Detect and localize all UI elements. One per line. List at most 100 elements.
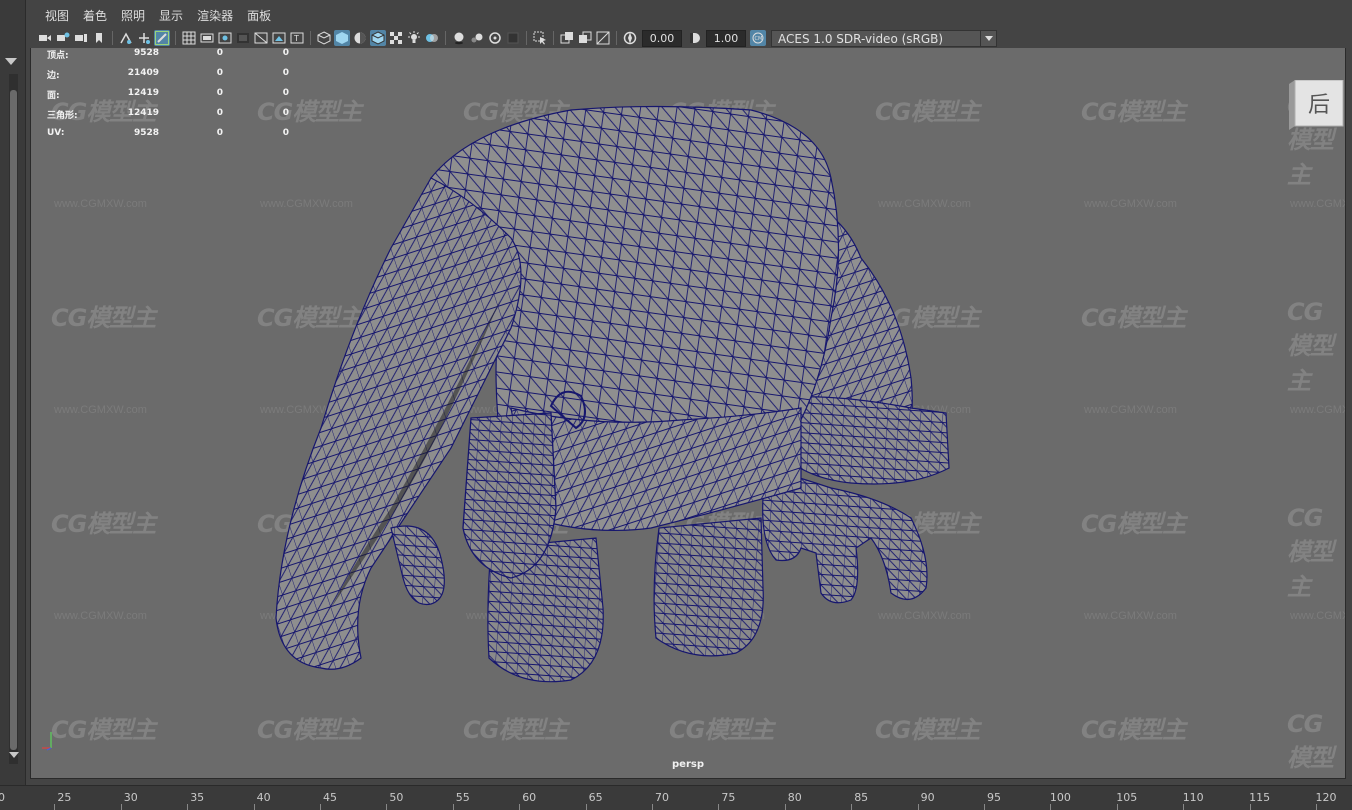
isolate-select-icon[interactable] (532, 30, 548, 46)
color-management-icon[interactable]: CM (750, 30, 766, 46)
xray-icon[interactable] (559, 30, 575, 46)
timeline-tick (851, 804, 853, 810)
timeline-tick-label: 90 (920, 791, 935, 804)
textured-icon[interactable] (388, 30, 404, 46)
image-plane-icon[interactable] (91, 30, 107, 46)
timeline-tick-label: 85 (854, 791, 869, 804)
2d-pan-icon[interactable] (118, 30, 134, 46)
view-cube[interactable]: 后 (1287, 79, 1345, 130)
timeline-tick (120, 804, 122, 810)
exposure-field[interactable]: 0.00 (642, 29, 682, 47)
timeline-tick-label: 25 (57, 791, 72, 804)
wireframe-on-shaded-icon[interactable] (370, 30, 386, 46)
collapse-arrow-icon[interactable] (5, 58, 17, 65)
timeline-tick (784, 804, 786, 810)
right-leg (653, 517, 764, 657)
panel-menu-bar: 视图 着色 照明 显示 渲染器 面板 (30, 4, 1346, 28)
timeline-tick (1050, 804, 1052, 810)
hud-row-vertices: 顶点: 9528 0 0 (47, 48, 289, 61)
xray-joints-icon[interactable] (577, 30, 593, 46)
colorspace-dropdown[interactable]: ACES 1.0 SDR-video (sRGB) (771, 29, 997, 47)
left-scrollbar-thumb[interactable] (10, 90, 17, 750)
character-mesh[interactable] (31, 48, 1345, 778)
hud-row-triangles: 三角形: 12419 0 0 (47, 108, 289, 121)
panel-toolbar: T 0.00 1.00 CM ACES 1.0 SDR-video (sRGB) (30, 28, 1346, 48)
timeline-tick-label: 35 (190, 791, 205, 804)
pouch (462, 412, 557, 579)
grid-icon[interactable] (181, 30, 197, 46)
resolution-gate-icon[interactable] (217, 30, 233, 46)
svg-text:T: T (293, 34, 299, 43)
scroll-down-arrow-icon[interactable] (9, 752, 19, 758)
poly-count-hud: 顶点: 9528 0 0 边: 21409 0 0 面: 12419 0 0 三… (47, 48, 307, 148)
timeline-tick (1316, 804, 1317, 810)
lights-icon[interactable] (406, 30, 422, 46)
screen-space-ao-icon[interactable] (451, 30, 467, 46)
timeline-tick-label: 45 (323, 791, 337, 804)
timeline-tick (718, 804, 720, 810)
timeline-tick-label: 120 (1315, 791, 1337, 804)
motion-blur-icon[interactable] (469, 30, 485, 46)
smooth-shade-icon[interactable] (334, 30, 350, 46)
field-chart-icon[interactable] (253, 30, 269, 46)
timeline-tick-label: 100 (1049, 791, 1071, 804)
hud-row-faces: 面: 12419 0 0 (47, 88, 289, 101)
viewcube-face-label: 后 (1308, 93, 1330, 118)
safe-title-icon[interactable]: T (289, 30, 305, 46)
timeline-tick-label: 95 (987, 791, 1001, 804)
timeline-tick (1183, 804, 1185, 810)
hud-row-uvs: UV: 9528 0 0 (47, 128, 289, 138)
timeline-tick-label: 20 (0, 791, 5, 804)
timeline-tick-label: 55 (455, 791, 470, 804)
timeline-tick-label: 60 (522, 791, 537, 804)
camera-label: persp (672, 759, 704, 770)
timeline-tick (386, 804, 388, 810)
gamma-field[interactable]: 1.00 (706, 29, 746, 47)
colorspace-value[interactable]: ACES 1.0 SDR-video (sRGB) (771, 29, 981, 47)
camera-attributes-icon[interactable] (55, 30, 71, 46)
timeline-tick-label: 65 (588, 791, 603, 804)
safe-action-icon[interactable] (271, 30, 287, 46)
film-gate-icon[interactable] (199, 30, 215, 46)
bookmark-icon[interactable] (73, 30, 89, 46)
default-material-icon[interactable] (352, 30, 368, 46)
shadows-icon[interactable] (424, 30, 440, 46)
left-side-strip (0, 0, 26, 785)
timeline-tick-label: 80 (787, 791, 802, 804)
timeline-tick (652, 804, 653, 810)
timeline-tick-label: 30 (123, 791, 138, 804)
exposure-icon[interactable] (622, 30, 638, 46)
timeline-tick (187, 804, 189, 810)
backface-culling-icon[interactable] (595, 30, 611, 46)
menu-shading[interactable]: 着色 (76, 4, 114, 28)
timeline-tick (253, 804, 255, 810)
timeline-tick (452, 804, 454, 810)
axis-gizmo (42, 732, 52, 751)
timeline-tick-label: 110 (1182, 791, 1204, 804)
svg-text:CM: CM (755, 36, 763, 42)
depth-of-field-icon[interactable] (505, 30, 521, 46)
gate-mask-icon[interactable] (235, 30, 251, 46)
timeline-tick-label: 105 (1116, 791, 1138, 804)
pencil-icon[interactable] (154, 30, 170, 46)
wireframe-icon[interactable] (316, 30, 332, 46)
menu-panels[interactable]: 面板 (240, 4, 278, 28)
timeline-tick (519, 804, 521, 810)
timeline-tick-label: 115 (1249, 791, 1271, 804)
timeline-tick (320, 804, 321, 810)
chevron-down-icon[interactable] (981, 29, 997, 47)
camera-icon[interactable] (37, 30, 53, 46)
timeline-tick (1249, 804, 1251, 810)
grease-pencil-icon[interactable] (136, 30, 152, 46)
menu-view[interactable]: 视图 (38, 4, 76, 28)
gamma-icon[interactable] (686, 30, 702, 46)
time-slider[interactable]: 20 25 30 35 40 45 50 55 60 65 70 75 80 85 90 95 100 105 11… (0, 785, 1352, 810)
timeline-tick-label: 70 (655, 791, 669, 804)
maya-viewport-app: 视图 着色 照明 显示 渲染器 面板 T 0.00 1.00 CM ACES 1… (0, 0, 1352, 810)
anti-aliasing-icon[interactable] (487, 30, 503, 46)
menu-lighting[interactable]: 照明 (114, 4, 152, 28)
3d-viewport[interactable]: CG模型主 www.CGMXW.com CG模型主 www.CGMXW.com CG模型… (31, 48, 1345, 778)
menu-renderer[interactable]: 渲染器 (190, 4, 240, 28)
timeline-tick (54, 804, 56, 810)
menu-show[interactable]: 显示 (152, 4, 190, 28)
